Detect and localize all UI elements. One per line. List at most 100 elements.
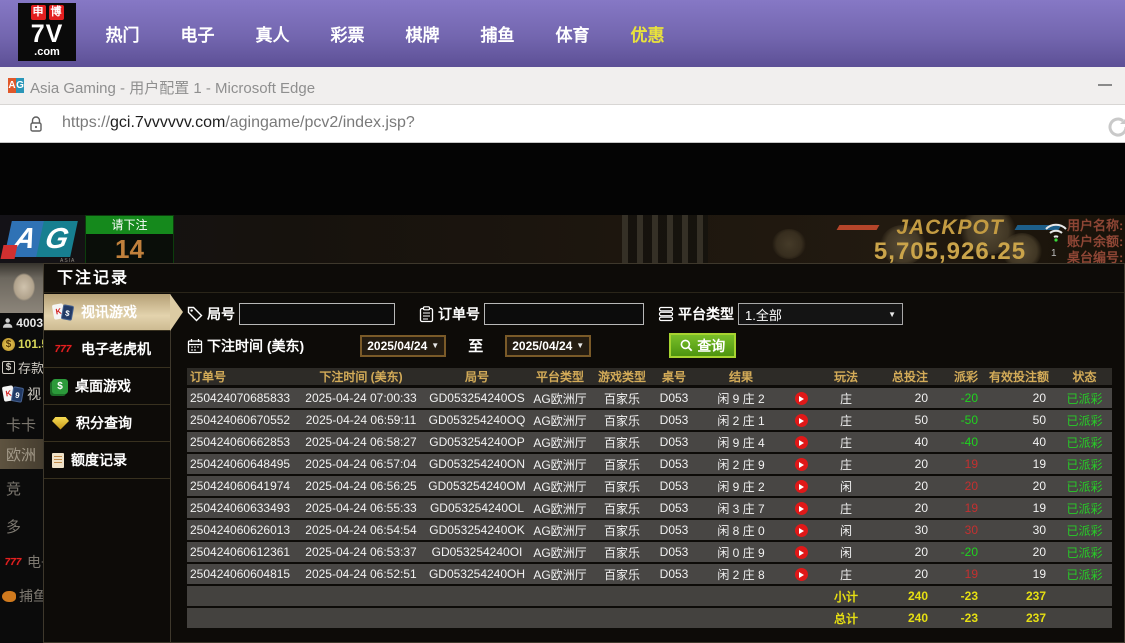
nav-menu-item[interactable]: 优惠	[610, 21, 685, 46]
table-row: 250424060604815 2025-04-24 06:52:51 GD05…	[187, 564, 1112, 584]
sidebar-item-points[interactable]: 积分查询	[44, 405, 170, 442]
cell-valid: 19	[1032, 567, 1046, 581]
table-row: 250424060633493 2025-04-24 06:55:33 GD05…	[187, 498, 1112, 518]
cell-bet: 20	[914, 457, 928, 471]
cell-table: D053	[659, 457, 689, 471]
bet-prompt: 请下注	[86, 216, 173, 234]
cell-round: GD053254240ON	[428, 457, 526, 471]
logo-name: 7V	[30, 20, 64, 48]
search-button[interactable]: 查询	[669, 333, 737, 358]
logo-badge-right: 博	[48, 5, 64, 20]
replay-play-button[interactable]	[794, 546, 808, 560]
modal-title: 下注记录	[44, 264, 1124, 293]
jackpot-label: JACKPOT	[868, 216, 1032, 240]
nav-menu-item[interactable]: 棋牌	[385, 21, 460, 46]
cell-replay	[785, 479, 817, 494]
lock-icon[interactable]	[29, 116, 43, 138]
cell-time: 2025-04-24 06:56:25	[305, 479, 417, 493]
cell-play: 闲	[839, 545, 852, 560]
cell-game: 百家乐	[603, 479, 640, 494]
cell-valid: 19	[1032, 457, 1046, 471]
total-label: 总计	[833, 611, 858, 626]
fish-icon	[2, 590, 16, 602]
sidebar-item-label: 桌面游戏	[75, 378, 131, 394]
nav-menu-item[interactable]: 体育	[535, 21, 610, 46]
cell-platform: AG欧洲厅	[533, 391, 587, 406]
bg-menu-item-slots: 777 电子游戏	[0, 545, 43, 579]
col-header-status: 状态	[1072, 370, 1097, 384]
order-number-label: 订单号	[438, 306, 480, 322]
col-header-payout: 派彩	[953, 370, 978, 384]
sidebar-item-slots[interactable]: 777 电子老虎机	[44, 331, 170, 368]
sidebar-item-label: 积分查询	[76, 415, 132, 431]
ag-logo-red-accent	[0, 245, 18, 259]
clipboard-icon	[419, 305, 434, 322]
cell-table: D053	[659, 567, 689, 581]
cell-platform: AG欧洲厅	[533, 567, 587, 582]
cell-round: GD053254240OI	[431, 545, 523, 559]
nav-menu-item[interactable]: 真人	[235, 21, 310, 46]
cell-time: 2025-04-24 06:57:04	[305, 457, 417, 471]
round-number-input[interactable]	[239, 303, 395, 325]
replay-play-button[interactable]	[794, 568, 808, 582]
replay-play-button[interactable]	[794, 436, 808, 450]
cell-bet: 20	[914, 479, 928, 493]
url-bar[interactable]: https://gci.7vvvvvv.com/agingame/pcv2/in…	[0, 105, 1125, 143]
replay-play-button[interactable]	[794, 458, 808, 472]
cell-status: 已派彩	[1066, 457, 1103, 472]
site-logo[interactable]: 申 博 7V .com	[18, 3, 76, 61]
slots-777-icon: 777	[54, 343, 72, 355]
order-number-input[interactable]	[484, 303, 644, 325]
balance-row: $ 101.5	[0, 333, 43, 355]
replay-play-button[interactable]	[794, 414, 808, 428]
cell-round: GD053254240OS	[429, 391, 525, 405]
chevron-down-icon: ▼	[576, 341, 585, 350]
cell-game: 百家乐	[603, 435, 640, 450]
platform-type-label: 平台类型	[678, 306, 734, 322]
bet-countdown: 14	[86, 234, 173, 265]
cell-round: GD053254240OL	[429, 501, 525, 515]
refresh-icon[interactable]	[1106, 115, 1125, 144]
cell-play: 闲	[839, 479, 852, 494]
bg-menu-label: 捕鱼王	[19, 588, 43, 604]
table-row: 250424060670552 2025-04-24 06:59:11 GD05…	[187, 410, 1112, 430]
cell-status: 已派彩	[1066, 435, 1103, 450]
nav-menu-item[interactable]: 彩票	[310, 21, 385, 46]
date-to-picker[interactable]: 2025/04/24 ▼	[505, 334, 592, 357]
cell-valid: 30	[1032, 523, 1046, 537]
replay-play-button[interactable]	[794, 502, 808, 516]
sidebar-item-quota-records[interactable]: 额度记录	[44, 442, 170, 479]
nav-menu-item[interactable]: 热门	[85, 21, 160, 46]
address-text[interactable]: https://gci.7vvvvvv.com/agingame/pcv2/in…	[62, 114, 415, 132]
bet-records-table: 订单号 下注时间 (美东) 局号 平台类型 游戏类型 桌号 结果 玩法 总投注 …	[187, 368, 1112, 630]
cell-time: 2025-04-24 06:54:54	[305, 523, 417, 537]
table-row: 250424060648495 2025-04-24 06:57:04 GD05…	[187, 454, 1112, 474]
cell-platform: AG欧洲厅	[533, 435, 587, 450]
sidebar-item-label: 视讯游戏	[81, 304, 137, 320]
cell-replay	[785, 435, 817, 450]
cell-play: 庄	[839, 413, 852, 428]
cell-round: GD053254240OP	[429, 435, 525, 449]
replay-play-button[interactable]	[794, 392, 808, 406]
cell-result: 闲 0 庄 9	[717, 545, 765, 560]
col-header-result: 结果	[728, 370, 753, 384]
platform-type-select[interactable]: 1.全部 ▼	[738, 303, 903, 325]
cell-platform: AG欧洲厅	[533, 413, 587, 428]
cell-game: 百家乐	[603, 413, 640, 428]
cell-play: 庄	[839, 435, 852, 450]
sidebar-item-table-games[interactable]: $ 桌面游戏	[44, 368, 170, 405]
deposit-label: 存款	[18, 360, 43, 376]
modal-content: 局号 订单号 平台类型 1.全部 ▼ 下注时间 (美东) 2025/04/24 …	[172, 294, 1124, 642]
nav-menu-item[interactable]: 电子	[160, 21, 235, 46]
replay-play-button[interactable]	[794, 480, 808, 494]
account-id: 4003	[16, 316, 43, 330]
url-scheme: https://	[62, 114, 111, 131]
replay-play-button[interactable]	[794, 524, 808, 538]
cell-table: D053	[659, 391, 689, 405]
date-from-picker[interactable]: 2025/04/24 ▼	[360, 334, 447, 357]
minimize-button[interactable]	[1098, 84, 1112, 86]
cell-order: 250424060670552	[190, 413, 291, 427]
cell-bet: 30	[914, 523, 928, 537]
sidebar-item-live-games[interactable]: K $ 视讯游戏	[44, 294, 183, 331]
nav-menu-item[interactable]: 捕鱼	[460, 21, 535, 46]
